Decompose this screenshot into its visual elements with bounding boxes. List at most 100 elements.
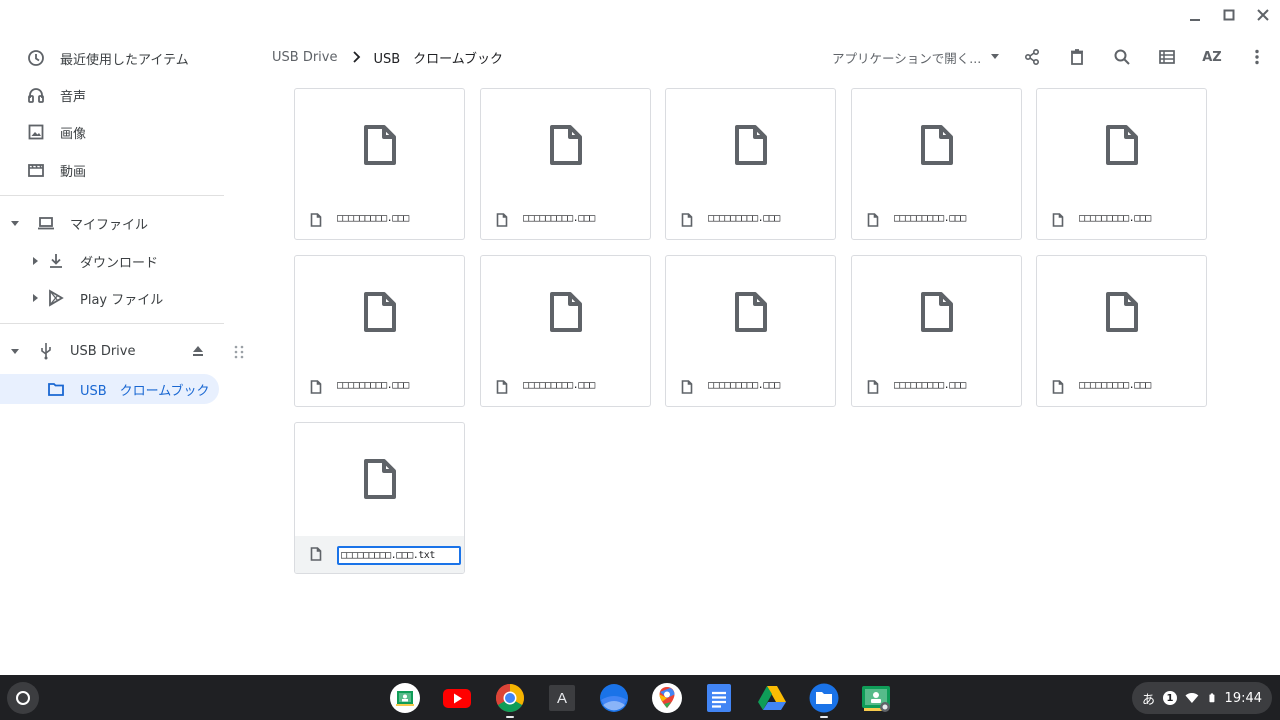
sidebar-item-recent[interactable]: 最近使用したアイテム bbox=[0, 43, 220, 73]
eject-icon[interactable] bbox=[191, 344, 205, 358]
file-tile[interactable]: □□□□□□□□□.□□□ bbox=[480, 88, 651, 240]
share-icon bbox=[1024, 48, 1040, 66]
file-icon bbox=[1106, 125, 1138, 165]
minimize-button[interactable] bbox=[1178, 0, 1212, 30]
file-icon bbox=[921, 125, 953, 165]
file-tile[interactable]: □□□□□□□□□.□□□ bbox=[665, 88, 836, 240]
drag-handle-icon[interactable] bbox=[234, 344, 244, 360]
maximize-button[interactable] bbox=[1212, 0, 1246, 30]
screencast-icon bbox=[862, 686, 890, 712]
sidebar-item-my-files[interactable]: マイファイル bbox=[0, 208, 220, 238]
delete-button[interactable] bbox=[1064, 44, 1090, 70]
file-icon bbox=[921, 292, 953, 332]
sidebar-item-label: 画像 bbox=[60, 126, 87, 142]
running-indicator bbox=[506, 716, 514, 718]
image-icon bbox=[26, 122, 46, 142]
file-icon bbox=[496, 213, 508, 227]
file-icon bbox=[310, 547, 322, 561]
shelf-app-chrome[interactable] bbox=[494, 682, 526, 718]
list-view-icon bbox=[1159, 50, 1175, 64]
collapsed-caret-icon[interactable] bbox=[30, 256, 40, 266]
file-name: □□□□□□□□□.□□□ bbox=[1079, 213, 1151, 224]
file-icon bbox=[1106, 292, 1138, 332]
sidebar-item-videos[interactable]: 動画 bbox=[0, 155, 220, 185]
shelf-app-maps[interactable] bbox=[651, 682, 683, 714]
wifi-icon bbox=[1185, 692, 1199, 703]
share-button[interactable] bbox=[1019, 44, 1045, 70]
file-icon bbox=[681, 213, 693, 227]
sidebar-item-label: Play ファイル bbox=[80, 292, 164, 308]
chrome-icon bbox=[496, 684, 524, 712]
expand-caret-icon[interactable] bbox=[10, 346, 20, 356]
google-earth-icon bbox=[600, 684, 628, 712]
status-tray[interactable]: あ 1 19:44 bbox=[1132, 682, 1272, 714]
sidebar-item-label: マイファイル bbox=[70, 217, 149, 233]
file-tile[interactable]: □□□□□□□□□.□□□ bbox=[480, 255, 651, 407]
expand-caret-icon[interactable] bbox=[10, 218, 20, 228]
sidebar-item-images[interactable]: 画像 bbox=[0, 117, 220, 147]
shelf-app-files[interactable] bbox=[808, 682, 840, 718]
battery-icon bbox=[1209, 693, 1215, 703]
collapsed-caret-icon[interactable] bbox=[30, 293, 40, 303]
youtube-icon bbox=[443, 689, 471, 708]
search-button[interactable] bbox=[1109, 44, 1135, 70]
breadcrumb: USB Drive USB クロームブック bbox=[272, 44, 503, 70]
file-tile[interactable]: □□□□□□□□□.□□□ bbox=[294, 255, 465, 407]
file-icon bbox=[867, 213, 879, 227]
text-app-label: A bbox=[556, 689, 567, 707]
dropdown-arrow-icon bbox=[991, 54, 1000, 59]
sidebar-item-downloads[interactable]: ダウンロード bbox=[0, 246, 220, 276]
file-tile[interactable]: □□□□□□□□□.□□□ bbox=[851, 88, 1022, 240]
breadcrumb-root[interactable]: USB Drive bbox=[272, 50, 337, 65]
shelf-app-drive[interactable] bbox=[756, 682, 788, 714]
clock-time: 19:44 bbox=[1224, 690, 1263, 706]
file-icon bbox=[735, 292, 767, 332]
search-icon bbox=[1114, 49, 1130, 65]
file-name: □□□□□□□□□.□□□ bbox=[523, 380, 595, 391]
folder-icon bbox=[46, 379, 66, 399]
download-icon bbox=[46, 251, 66, 271]
sidebar-divider bbox=[0, 195, 224, 196]
list-view-button[interactable] bbox=[1154, 44, 1180, 70]
sort-button[interactable]: AZ bbox=[1199, 44, 1225, 70]
sidebar-item-label: ダウンロード bbox=[80, 255, 159, 271]
usb-icon bbox=[36, 341, 56, 361]
shelf-app-text[interactable]: A bbox=[546, 682, 578, 714]
sidebar-item-audio[interactable]: 音声 bbox=[0, 80, 220, 110]
rename-input[interactable] bbox=[337, 546, 461, 565]
shelf-app-docs[interactable] bbox=[703, 682, 735, 714]
close-button[interactable] bbox=[1246, 0, 1280, 30]
open-with-button[interactable]: アプリケーションで開く... bbox=[832, 44, 1000, 70]
file-icon bbox=[550, 292, 582, 332]
shelf-app-screencast[interactable] bbox=[860, 682, 892, 714]
file-tile[interactable]: □□□□□□□□□.□□□ bbox=[851, 255, 1022, 407]
file-icon bbox=[364, 459, 396, 499]
more-options-button[interactable] bbox=[1244, 44, 1270, 70]
clock-icon bbox=[26, 48, 46, 68]
running-indicator bbox=[820, 716, 828, 718]
text-app-icon: A bbox=[549, 685, 575, 711]
google-classroom-icon bbox=[390, 683, 420, 713]
launcher-button[interactable] bbox=[7, 682, 39, 714]
shelf-app-youtube[interactable] bbox=[441, 682, 473, 714]
shelf-app-classroom[interactable] bbox=[389, 682, 421, 714]
shelf-app-earth[interactable] bbox=[598, 682, 630, 714]
file-tile-renaming[interactable] bbox=[294, 422, 465, 574]
file-tile[interactable]: □□□□□□□□□.□□□ bbox=[294, 88, 465, 240]
file-icon bbox=[310, 380, 322, 394]
sidebar-divider bbox=[0, 323, 224, 324]
window-controls bbox=[1178, 0, 1280, 30]
file-icon bbox=[735, 125, 767, 165]
file-name: □□□□□□□□□.□□□ bbox=[1079, 380, 1151, 391]
sidebar-item-usb-drive[interactable]: USB Drive bbox=[0, 336, 224, 366]
files-app-window: 最近使用したアイテム 音声 画像 動画 マイファイル ダウンロード Play フ… bbox=[0, 0, 1280, 675]
file-tile[interactable]: □□□□□□□□□.□□□ bbox=[665, 255, 836, 407]
minimize-icon bbox=[1190, 19, 1200, 21]
shelf: A あ 1 19:44 bbox=[0, 675, 1280, 720]
file-icon bbox=[496, 380, 508, 394]
sidebar-item-play-files[interactable]: Play ファイル bbox=[0, 283, 220, 313]
sidebar-item-label: USB クロームブック bbox=[80, 383, 210, 399]
file-tile[interactable]: □□□□□□□□□.□□□ bbox=[1036, 88, 1207, 240]
sidebar-item-usb-folder[interactable]: USB クロームブック bbox=[0, 374, 219, 404]
file-tile[interactable]: □□□□□□□□□.□□□ bbox=[1036, 255, 1207, 407]
